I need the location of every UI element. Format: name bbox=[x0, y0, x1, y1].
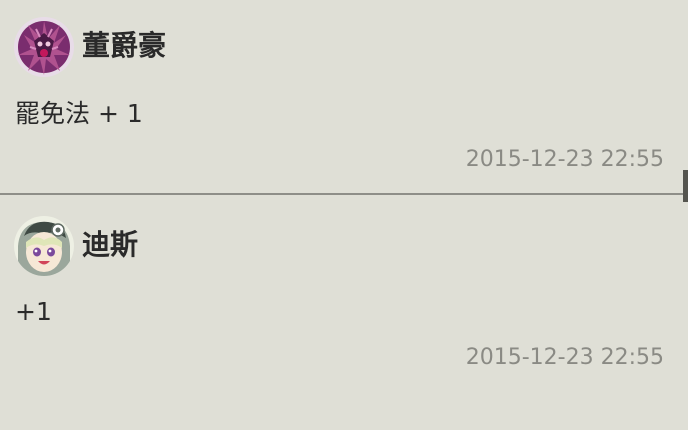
username[interactable]: 董爵豪 bbox=[82, 29, 166, 63]
anime-girl-avatar-icon bbox=[14, 216, 74, 276]
comment-divider bbox=[0, 193, 688, 195]
comment-text: 罷免法 + 1 bbox=[15, 99, 143, 128]
comment-item: 迪斯 +1 2015-12-23 22:55 bbox=[0, 196, 688, 430]
avatar[interactable] bbox=[14, 17, 74, 77]
username[interactable]: 迪斯 bbox=[82, 228, 138, 262]
avatar[interactable] bbox=[14, 216, 74, 276]
dragon-avatar-icon bbox=[14, 17, 74, 77]
timestamp: 2015-12-23 22:55 bbox=[465, 147, 664, 172]
timestamp: 2015-12-23 22:55 bbox=[465, 345, 664, 370]
comment-text: +1 bbox=[15, 297, 52, 326]
comment-item: 董爵豪 罷免法 + 1 2015-12-23 22:55 bbox=[0, 0, 688, 194]
